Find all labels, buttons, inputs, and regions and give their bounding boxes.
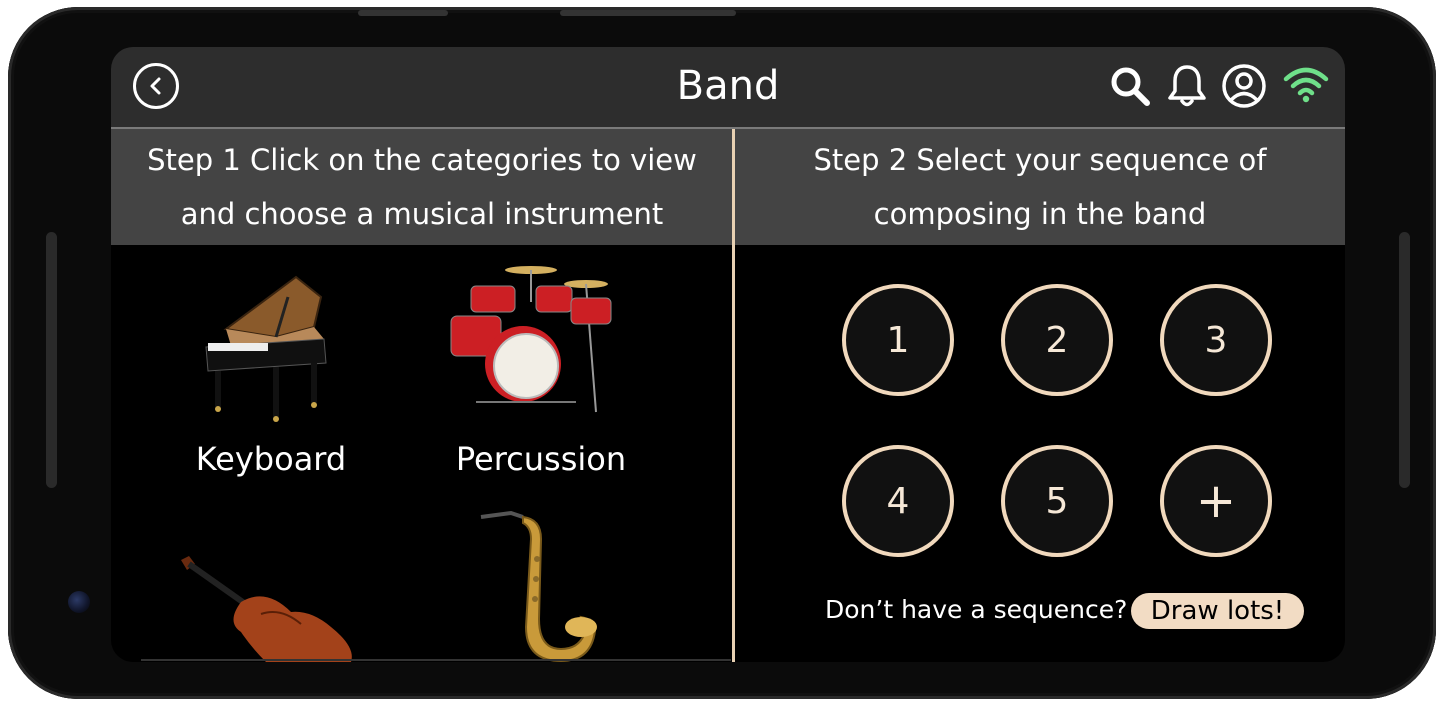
instrument-woodwind[interactable] — [471, 509, 611, 662]
bell-icon[interactable] — [1165, 63, 1209, 109]
saxophone-icon — [480, 510, 597, 662]
piano-icon — [205, 275, 327, 422]
instrument-percussion[interactable]: Percussion — [431, 262, 651, 482]
step2-banner: Step 2 Select your sequence of composing… — [735, 129, 1345, 245]
app-screen: Band Step 1 Click on the categories to v… — [111, 47, 1345, 662]
drums-icon — [450, 266, 612, 413]
sequence-slot-4[interactable]: 4 — [842, 445, 954, 557]
instrument-label-keyboard: Keyboard — [195, 440, 347, 478]
scroll-bottom-edge — [141, 659, 731, 661]
phone-button-top-left — [358, 10, 448, 16]
no-sequence-prompt: Don’t have a sequence? — [825, 595, 1128, 624]
sequence-slot-2[interactable]: 2 — [1001, 284, 1113, 396]
phone-side-bar-left — [46, 232, 57, 488]
violin-icon — [181, 556, 352, 662]
phone-button-top-right — [560, 10, 736, 16]
step1-line1: Step 1 Click on the categories to view — [147, 143, 697, 177]
step2-line1: Step 2 Select your sequence of — [813, 143, 1267, 177]
user-icon[interactable] — [1221, 63, 1267, 109]
wifi-icon — [1283, 67, 1329, 103]
step2-line2: composing in the band — [873, 197, 1207, 231]
add-sequence-button[interactable]: + — [1160, 445, 1272, 557]
camera-icon — [68, 591, 90, 613]
phone-side-bar-right — [1399, 232, 1410, 488]
step1-banner: Step 1 Click on the categories to view a… — [111, 129, 733, 245]
sequence-slot-3[interactable]: 3 — [1160, 284, 1272, 396]
sequence-slot-1[interactable]: 1 — [842, 284, 954, 396]
draw-lots-button[interactable]: Draw lots! — [1131, 593, 1304, 629]
page-title: Band — [676, 63, 780, 109]
sequence-slot-5[interactable]: 5 — [1001, 445, 1113, 557]
search-icon[interactable] — [1107, 63, 1153, 109]
top-bar: Band — [111, 47, 1345, 127]
panel-divider — [732, 129, 735, 662]
step1-line2: and choose a musical instrument — [180, 197, 664, 231]
instrument-strings[interactable] — [171, 552, 371, 662]
instrument-keyboard[interactable]: Keyboard — [161, 262, 381, 482]
instrument-label-percussion: Percussion — [455, 440, 627, 478]
